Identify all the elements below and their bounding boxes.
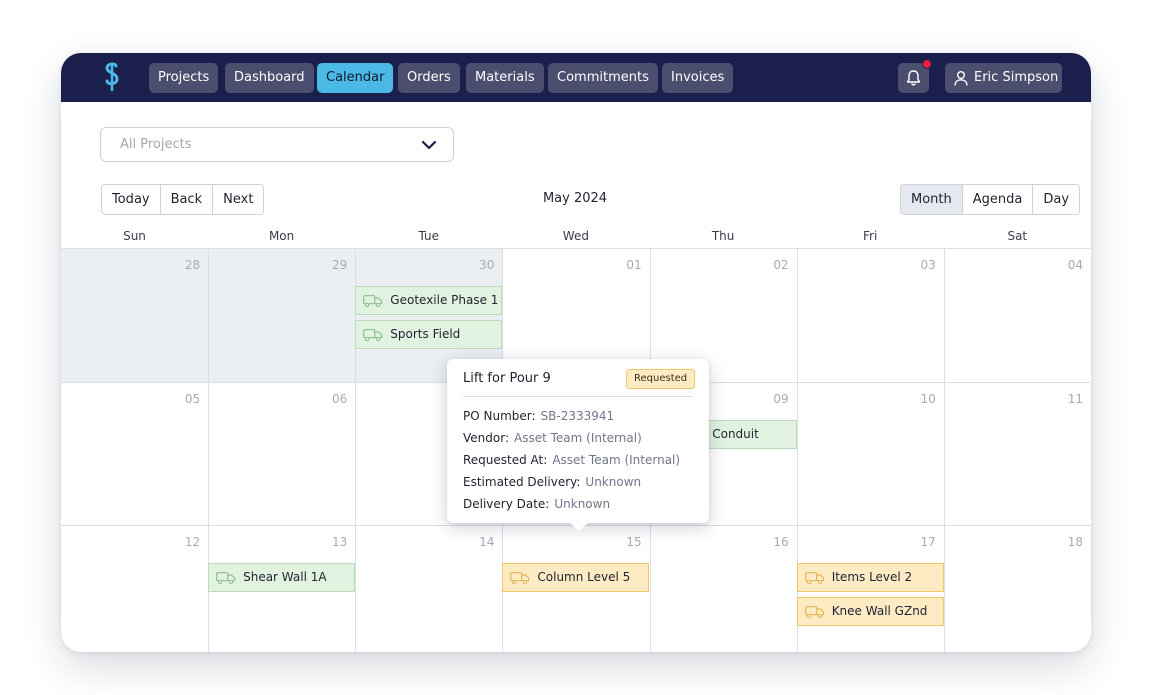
day-number[interactable]: 01 [602, 258, 641, 272]
user-menu-button[interactable]: Eric Simpson [945, 63, 1062, 93]
weekday-header-thu: Thu [711, 229, 735, 243]
delivery-truck-icon [510, 572, 530, 584]
nav-materials[interactable]: Materials [466, 63, 544, 93]
project-select[interactable]: All Projects [100, 127, 454, 162]
popover-row-po-number: PO Number: SB-2333941 [463, 409, 614, 423]
chevron-down-icon [421, 140, 437, 150]
weekday-header-sun: Sun [123, 229, 146, 243]
event-label: Column Level 5 [537, 570, 631, 584]
grid-row-line [61, 248, 1091, 249]
popover-title: Lift for Pour 9 [463, 371, 551, 386]
popover-row-label: Vendor: [463, 431, 509, 445]
weekday-header-wed: Wed [562, 229, 589, 243]
day-number[interactable]: 11 [1043, 392, 1083, 406]
popover-row-value: SB-2333941 [540, 409, 615, 423]
day-number[interactable]: 04 [1043, 258, 1083, 272]
day-number[interactable]: 02 [749, 258, 788, 272]
day-number[interactable]: 05 [160, 392, 200, 406]
weekday-header-sat: Sat [1007, 229, 1028, 243]
event-popover: Lift for Pour 9 Requested PO Number: SB-2… [447, 359, 709, 531]
popover-row-label: Delivery Date: [463, 497, 550, 511]
day-number[interactable]: 29 [307, 258, 347, 272]
day-number[interactable]: 14 [454, 535, 494, 549]
weekday-header-mon: Mon [268, 229, 295, 243]
event-label: Knee Wall GZnd [831, 604, 928, 618]
nav-commitments[interactable]: Commitments [548, 63, 658, 93]
day-number[interactable]: 09 [749, 392, 788, 406]
nav-orders[interactable]: Orders [398, 63, 460, 93]
day-number[interactable]: 12 [160, 535, 200, 549]
grid-column-line [943, 248, 945, 652]
notifications-button[interactable] [898, 59, 932, 93]
popover-arrow [569, 522, 589, 531]
nav-button-group: Today Back Next [101, 184, 265, 215]
back-button[interactable]: Back [159, 185, 213, 214]
event-geotexile-phase-1[interactable]: Geotexile Phase 1 [355, 286, 503, 315]
event-column-level-5[interactable]: Column Level 5 [502, 563, 650, 592]
popover-divider [463, 396, 693, 397]
day-number[interactable]: 28 [160, 258, 200, 272]
popover-row-value: Unknown [554, 497, 611, 511]
next-button[interactable]: Next [212, 185, 264, 214]
day-number[interactable]: 10 [896, 392, 936, 406]
user-name: Eric Simpson [974, 70, 1059, 85]
nav-invoices[interactable]: Invoices [662, 63, 734, 93]
notification-dot [922, 59, 932, 69]
popover-row-requested-at: Requested At: Asset Team (Internal) [463, 453, 680, 467]
app-window: Projects Dashboard Calendar Orders Mater… [61, 53, 1091, 652]
delivery-truck-icon [216, 572, 236, 584]
calendar-title: May 2024 [542, 191, 608, 206]
popover-row-label: PO Number: [463, 409, 536, 423]
weekday-header-fri: Fri [863, 229, 878, 243]
event-shear-wall-1a[interactable]: Shear Wall 1A [208, 563, 356, 592]
user-icon [954, 71, 968, 86]
popover-row-delivery-date: Delivery Date: Unknown [463, 497, 610, 511]
popover-row-value: Unknown [585, 475, 642, 489]
event-label: Sports Field [390, 327, 461, 341]
top-navbar: Projects Dashboard Calendar Orders Mater… [61, 53, 1091, 102]
view-agenda-button[interactable]: Agenda [961, 185, 1033, 214]
day-number[interactable]: 18 [1043, 535, 1083, 549]
delivery-truck-icon [363, 295, 383, 307]
brand-logo[interactable] [101, 61, 123, 93]
day-number[interactable]: 06 [307, 392, 347, 406]
bell-icon [906, 70, 921, 86]
view-month-button[interactable]: Month [901, 185, 962, 214]
project-select-placeholder: All Projects [120, 137, 192, 152]
delivery-truck-icon [363, 329, 383, 341]
popover-row-vendor: Vendor: Asset Team (Internal) [463, 431, 642, 445]
event-label: Items Level 2 [831, 570, 913, 584]
popover-row-label: Requested At: [463, 453, 548, 467]
event-label: Shear Wall 1A [243, 570, 327, 584]
popover-row-value: Asset Team (Internal) [552, 453, 681, 467]
day-number[interactable]: 30 [454, 258, 494, 272]
day-number[interactable]: 15 [602, 535, 641, 549]
popover-row-value: Asset Team (Internal) [514, 431, 642, 445]
today-button[interactable]: Today [102, 185, 160, 214]
weekday-header-tue: Tue [418, 229, 440, 243]
popover-row-label: Estimated Delivery: [463, 475, 581, 489]
view-button-group: Month Agenda Day [900, 184, 1081, 215]
day-number[interactable]: 03 [896, 258, 936, 272]
event-items-level-2[interactable]: Items Level 2 [796, 563, 944, 592]
status-badge: Requested [626, 369, 696, 389]
delivery-truck-icon [804, 572, 824, 584]
day-number[interactable]: 17 [896, 535, 936, 549]
delivery-truck-icon [804, 606, 824, 618]
popover-row-estimated-delivery: Estimated Delivery: Unknown [463, 475, 641, 489]
event-label: Geotexile Phase 1 [390, 293, 499, 307]
event-knee-wall-gznd[interactable]: Knee Wall GZnd [796, 597, 944, 626]
day-number[interactable]: 16 [749, 535, 788, 549]
nav-projects[interactable]: Projects [149, 63, 219, 93]
nav-calendar[interactable]: Calendar [317, 63, 394, 93]
day-number[interactable]: 13 [307, 535, 347, 549]
view-day-button[interactable]: Day [1032, 185, 1080, 214]
nav-dashboard[interactable]: Dashboard [225, 63, 314, 93]
event-sports-field[interactable]: Sports Field [355, 320, 503, 349]
